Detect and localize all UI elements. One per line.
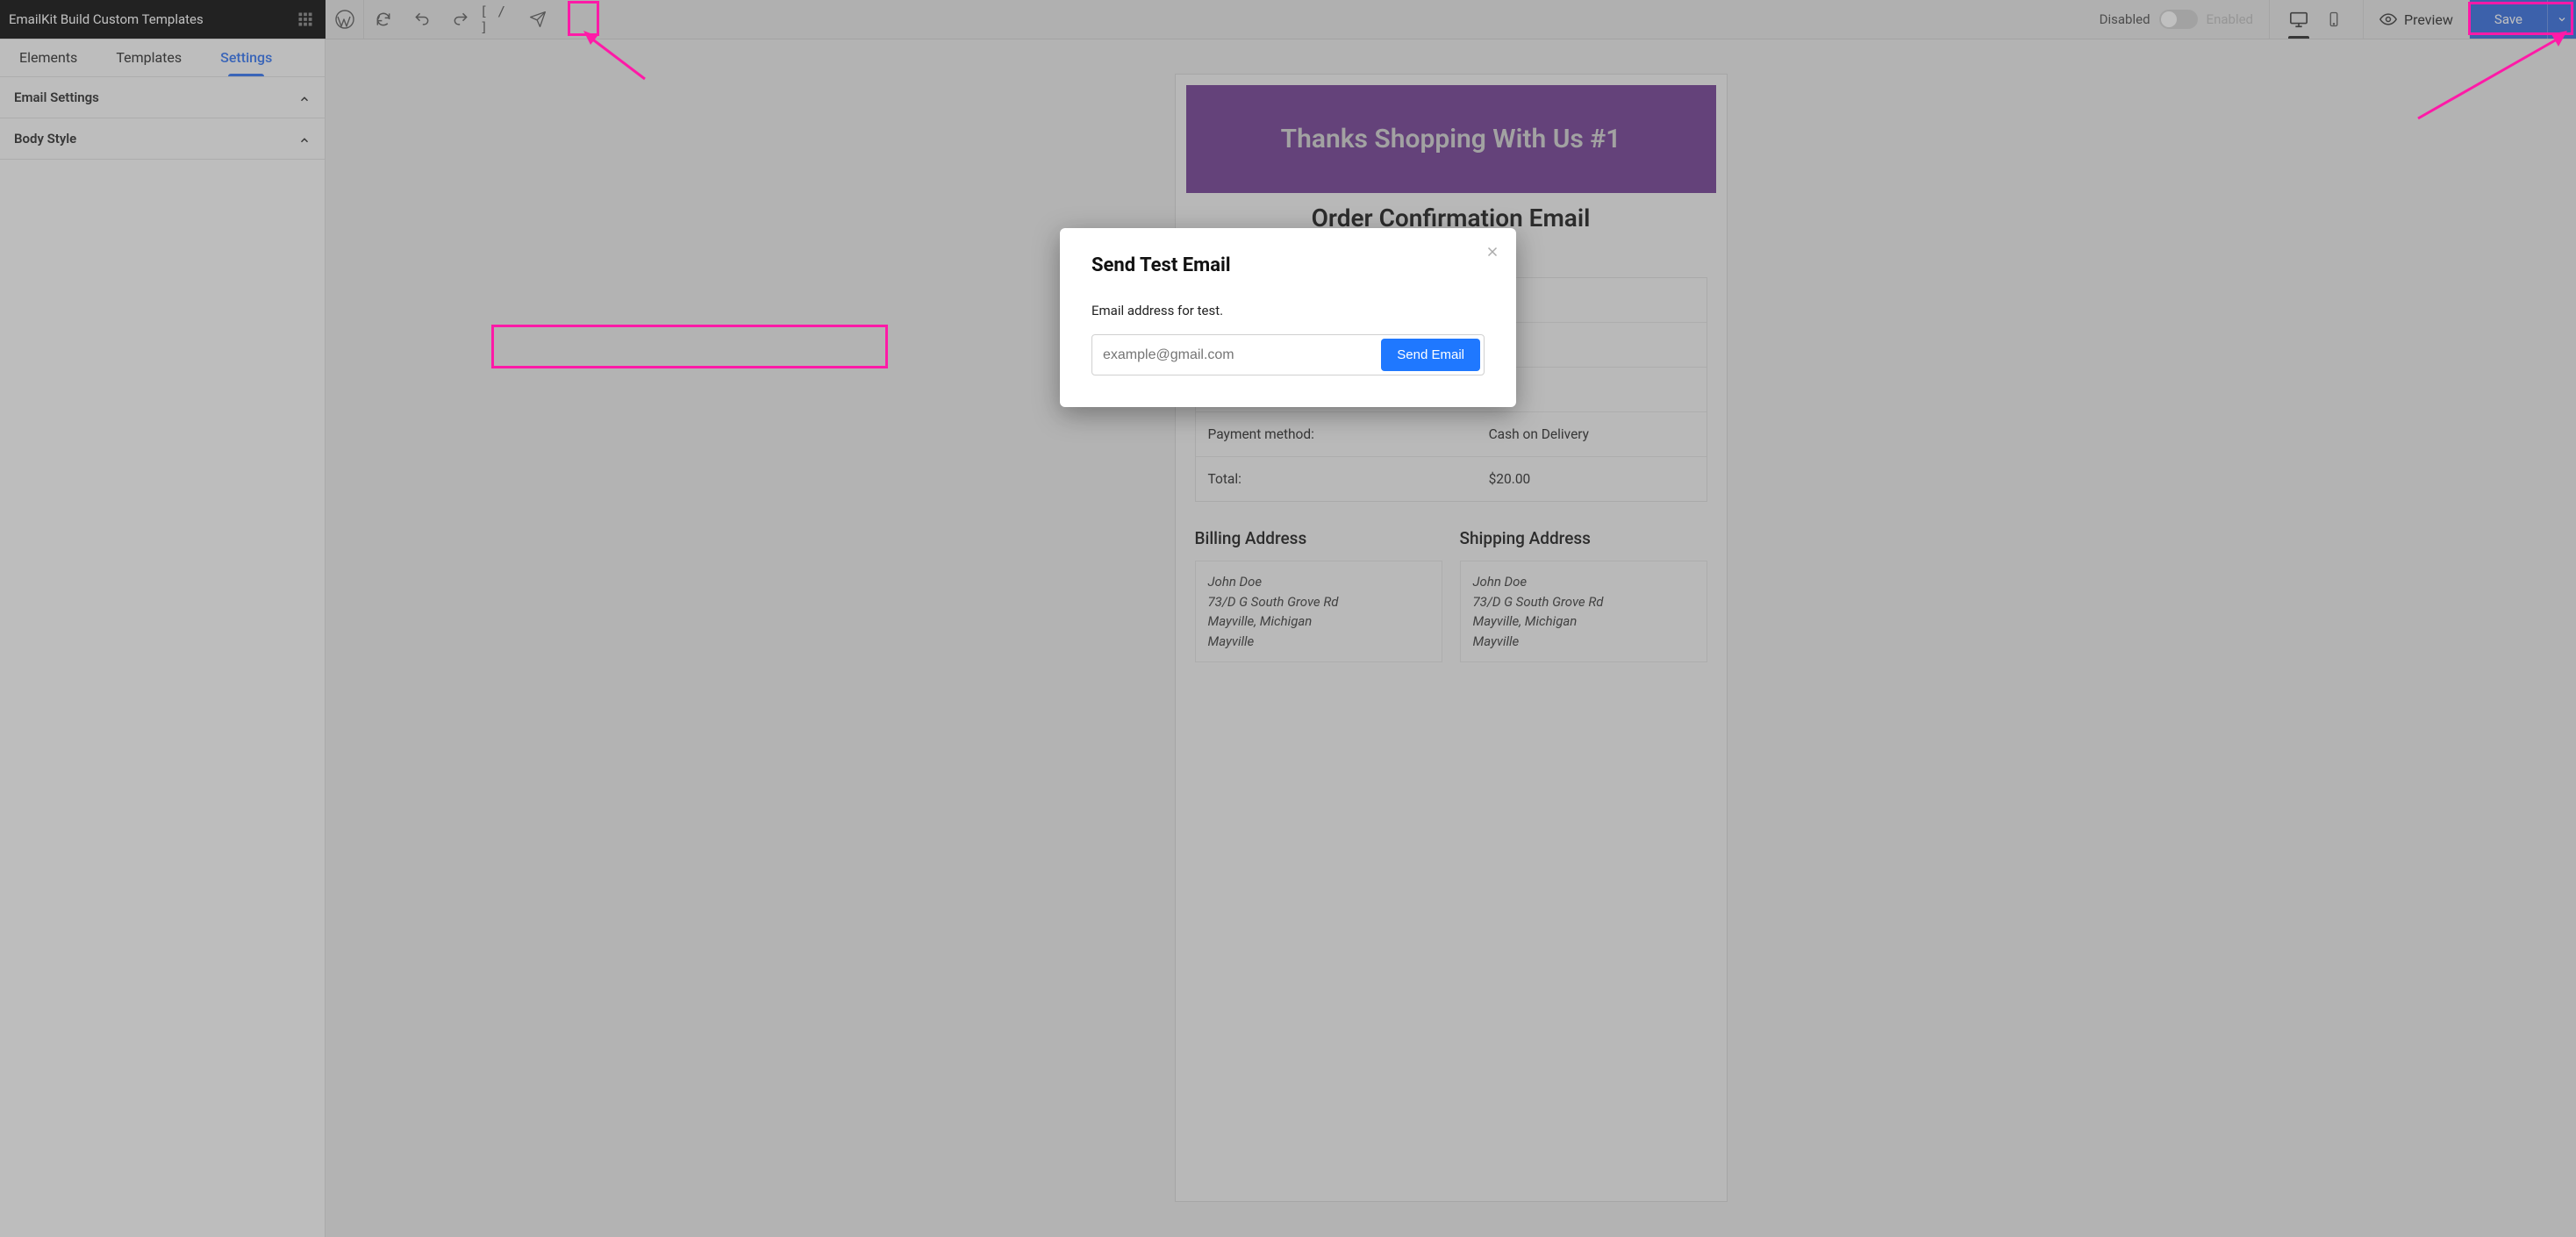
send-test-email-modal: Send Test Email Email address for test. … (1060, 228, 1516, 407)
modal-title: Send Test Email (1091, 254, 1485, 276)
modal-backdrop[interactable] (0, 0, 2576, 1237)
send-email-button[interactable]: Send Email (1381, 339, 1480, 371)
test-email-input[interactable] (1103, 340, 1381, 370)
send-email-button-label: Send Email (1397, 347, 1464, 362)
modal-close-button[interactable] (1485, 244, 1500, 263)
modal-subtitle: Email address for test. (1091, 303, 1485, 318)
modal-input-row: Send Email (1091, 334, 1485, 375)
close-icon (1485, 244, 1500, 260)
